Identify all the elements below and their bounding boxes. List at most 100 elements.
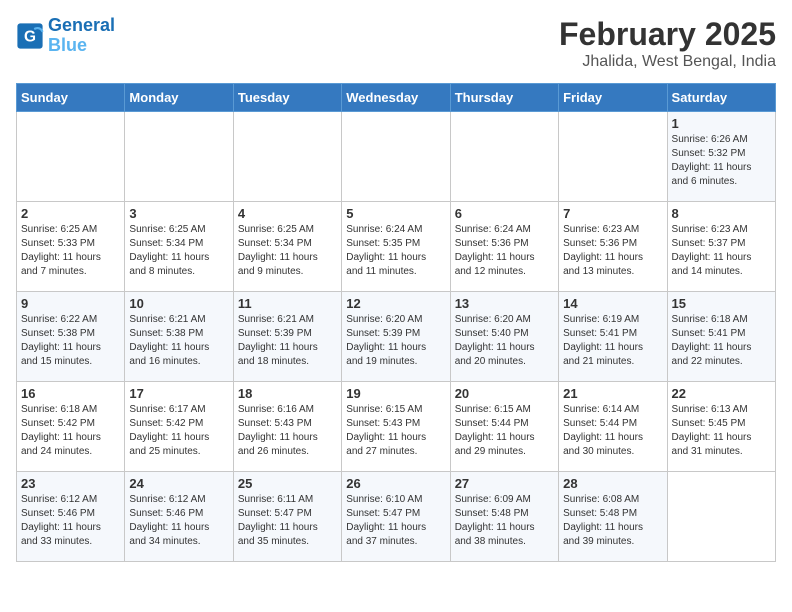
calendar-cell: 8 Sunrise: 6:23 AM Sunset: 5:37 PM Daylig… [667,202,775,292]
calendar-week-2: 9 Sunrise: 6:22 AM Sunset: 5:38 PM Daylig… [17,292,776,382]
page-header: G General Blue February 2025 Jhalida, We… [16,16,776,71]
calendar-cell: 11 Sunrise: 6:21 AM Sunset: 5:39 PM Dayli… [233,292,341,382]
day-number: 18 [238,386,337,401]
calendar-cell: 7 Sunrise: 6:23 AM Sunset: 5:36 PM Daylig… [559,202,667,292]
calendar-cell: 22 Sunrise: 6:13 AM Sunset: 5:45 PM Dayli… [667,382,775,472]
calendar-cell: 19Sunrise: 6:15 AM Sunset: 5:43 PM Dayli… [342,382,450,472]
calendar-cell: 24 Sunrise: 6:12 AM Sunset: 5:46 PM Dayli… [125,472,233,562]
weekday-header-tuesday: Tuesday [233,84,341,112]
calendar-cell: 28Sunrise: 6:08 AM Sunset: 5:48 PM Dayli… [559,472,667,562]
day-number: 20 [455,386,554,401]
calendar-cell: 9 Sunrise: 6:22 AM Sunset: 5:38 PM Daylig… [17,292,125,382]
day-info: Sunrise: 6:09 AM Sunset: 5:48 PM Dayligh… [455,493,554,549]
day-number: 14 [563,296,662,311]
day-info: Sunrise: 6:18 AM Sunset: 5:41 PM Dayligh… [672,313,771,369]
day-number: 27 [455,476,554,491]
day-number: 7 [563,206,662,221]
calendar-cell: 5Sunrise: 6:24 AM Sunset: 5:35 PM Daylig… [342,202,450,292]
day-number: 6 [455,206,554,221]
calendar-table: SundayMondayTuesdayWednesdayThursdayFrid… [16,83,776,562]
calendar-cell: 21 Sunrise: 6:14 AM Sunset: 5:44 PM Dayli… [559,382,667,472]
day-info: Sunrise: 6:20 AM Sunset: 5:40 PM Dayligh… [455,313,554,369]
day-number: 17 [129,386,228,401]
calendar-cell: 18 Sunrise: 6:16 AM Sunset: 5:43 PM Dayli… [233,382,341,472]
day-info: Sunrise: 6:21 AM Sunset: 5:38 PM Dayligh… [129,313,228,369]
day-number: 10 [129,296,228,311]
calendar-subtitle: Jhalida, West Bengal, India [559,53,776,71]
weekday-header-row: SundayMondayTuesdayWednesdayThursdayFrid… [17,84,776,112]
day-number: 12 [346,296,445,311]
day-number: 25 [238,476,337,491]
calendar-cell: 27 Sunrise: 6:09 AM Sunset: 5:48 PM Dayli… [450,472,558,562]
calendar-cell: 26Sunrise: 6:10 AM Sunset: 5:47 PM Dayli… [342,472,450,562]
calendar-cell: 6 Sunrise: 6:24 AM Sunset: 5:36 PM Daylig… [450,202,558,292]
day-number: 4 [238,206,337,221]
day-info: Sunrise: 6:19 AM Sunset: 5:41 PM Dayligh… [563,313,662,369]
day-number: 21 [563,386,662,401]
day-info: Sunrise: 6:13 AM Sunset: 5:45 PM Dayligh… [672,403,771,459]
svg-text:G: G [24,28,36,45]
calendar-cell: 4Sunrise: 6:25 AM Sunset: 5:34 PM Daylig… [233,202,341,292]
calendar-cell: 10 Sunrise: 6:21 AM Sunset: 5:38 PM Dayli… [125,292,233,382]
calendar-cell: 12 Sunrise: 6:20 AM Sunset: 5:39 PM Dayli… [342,292,450,382]
calendar-body: 1 Sunrise: 6:26 AM Sunset: 5:32 PM Daylig… [17,112,776,562]
day-info: Sunrise: 6:17 AM Sunset: 5:42 PM Dayligh… [129,403,228,459]
day-number: 23 [21,476,120,491]
calendar-cell: 25Sunrise: 6:11 AM Sunset: 5:47 PM Dayli… [233,472,341,562]
calendar-cell: 13 Sunrise: 6:20 AM Sunset: 5:40 PM Dayli… [450,292,558,382]
day-info: Sunrise: 6:23 AM Sunset: 5:36 PM Dayligh… [563,223,662,279]
calendar-cell [125,112,233,202]
day-number: 9 [21,296,120,311]
calendar-cell: 3 Sunrise: 6:25 AM Sunset: 5:34 PM Daylig… [125,202,233,292]
logo-line1: General [48,15,115,35]
day-info: Sunrise: 6:16 AM Sunset: 5:43 PM Dayligh… [238,403,337,459]
day-number: 15 [672,296,771,311]
logo-text: General Blue [48,16,115,56]
calendar-cell [559,112,667,202]
day-number: 3 [129,206,228,221]
calendar-week-1: 2Sunrise: 6:25 AM Sunset: 5:33 PM Daylig… [17,202,776,292]
calendar-week-4: 23 Sunrise: 6:12 AM Sunset: 5:46 PM Dayli… [17,472,776,562]
day-number: 28 [563,476,662,491]
calendar-cell [233,112,341,202]
day-number: 24 [129,476,228,491]
logo-line2: Blue [48,35,87,55]
day-info: Sunrise: 6:23 AM Sunset: 5:37 PM Dayligh… [672,223,771,279]
calendar-cell: 20 Sunrise: 6:15 AM Sunset: 5:44 PM Dayli… [450,382,558,472]
day-info: Sunrise: 6:12 AM Sunset: 5:46 PM Dayligh… [129,493,228,549]
weekday-header-thursday: Thursday [450,84,558,112]
weekday-header-sunday: Sunday [17,84,125,112]
day-number: 13 [455,296,554,311]
day-number: 11 [238,296,337,311]
calendar-cell [450,112,558,202]
calendar-cell: 23 Sunrise: 6:12 AM Sunset: 5:46 PM Dayli… [17,472,125,562]
calendar-cell [342,112,450,202]
weekday-header-friday: Friday [559,84,667,112]
day-info: Sunrise: 6:18 AM Sunset: 5:42 PM Dayligh… [21,403,120,459]
calendar-cell: 2Sunrise: 6:25 AM Sunset: 5:33 PM Daylig… [17,202,125,292]
day-info: Sunrise: 6:24 AM Sunset: 5:36 PM Dayligh… [455,223,554,279]
weekday-header-wednesday: Wednesday [342,84,450,112]
calendar-cell: 15 Sunrise: 6:18 AM Sunset: 5:41 PM Dayli… [667,292,775,382]
day-info: Sunrise: 6:26 AM Sunset: 5:32 PM Dayligh… [672,133,771,189]
day-number: 22 [672,386,771,401]
day-info: Sunrise: 6:10 AM Sunset: 5:47 PM Dayligh… [346,493,445,549]
calendar-week-3: 16Sunrise: 6:18 AM Sunset: 5:42 PM Dayli… [17,382,776,472]
logo-icon: G [16,22,44,50]
day-number: 8 [672,206,771,221]
calendar-cell [17,112,125,202]
calendar-cell: 16Sunrise: 6:18 AM Sunset: 5:42 PM Dayli… [17,382,125,472]
day-info: Sunrise: 6:22 AM Sunset: 5:38 PM Dayligh… [21,313,120,369]
day-info: Sunrise: 6:15 AM Sunset: 5:44 PM Dayligh… [455,403,554,459]
day-number: 2 [21,206,120,221]
day-number: 5 [346,206,445,221]
day-info: Sunrise: 6:14 AM Sunset: 5:44 PM Dayligh… [563,403,662,459]
day-info: Sunrise: 6:25 AM Sunset: 5:34 PM Dayligh… [129,223,228,279]
day-info: Sunrise: 6:20 AM Sunset: 5:39 PM Dayligh… [346,313,445,369]
day-number: 1 [672,116,771,131]
weekday-header-monday: Monday [125,84,233,112]
calendar-cell: 17 Sunrise: 6:17 AM Sunset: 5:42 PM Dayli… [125,382,233,472]
calendar-cell: 1 Sunrise: 6:26 AM Sunset: 5:32 PM Daylig… [667,112,775,202]
day-info: Sunrise: 6:21 AM Sunset: 5:39 PM Dayligh… [238,313,337,369]
day-info: Sunrise: 6:12 AM Sunset: 5:46 PM Dayligh… [21,493,120,549]
